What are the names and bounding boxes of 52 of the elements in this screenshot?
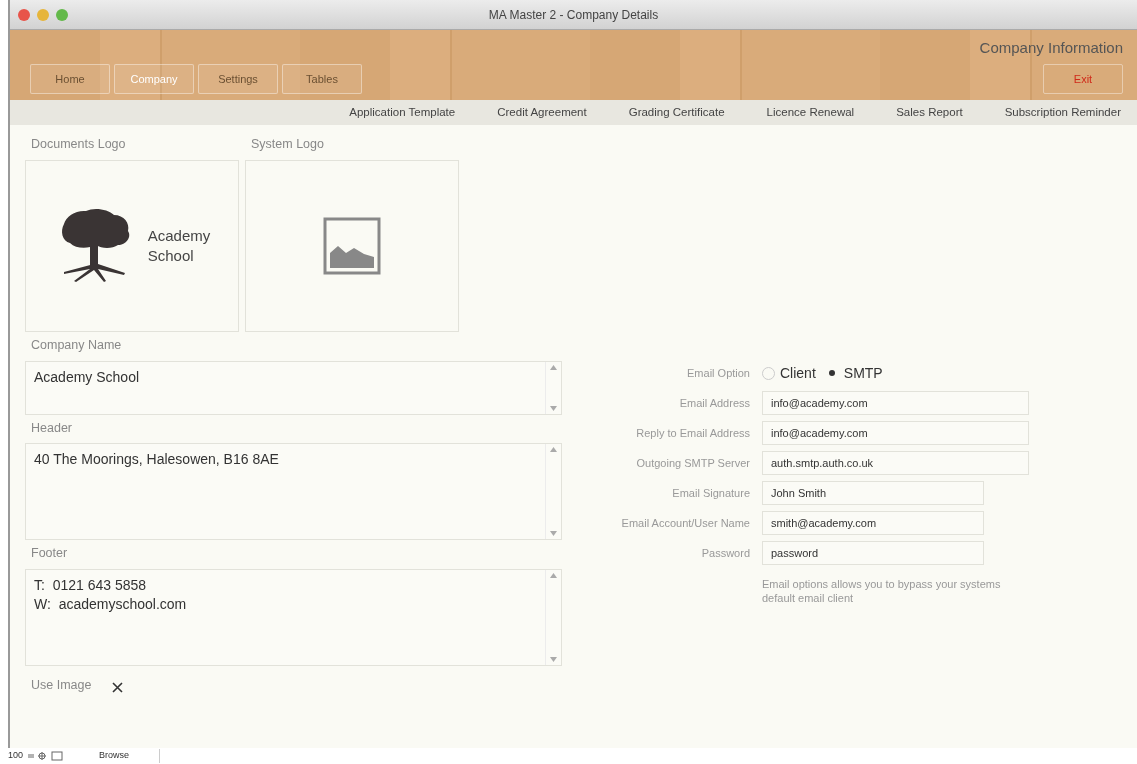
text-area[interactable]: 40 The Moorings, Halesowen, B16 8AE [25,443,562,541]
field-label: Email Signature [671,485,751,501]
minimize-button[interactable] [37,9,49,21]
field-label: Email Address [678,395,751,411]
scroll-down-icon[interactable] [550,405,557,411]
scroll-up-icon[interactable] [550,573,557,578]
field-label: Documents Logo [30,136,127,153]
field-label: Header [30,419,73,437]
scroll-up-icon[interactable] [550,447,557,453]
zoom-controls-icon[interactable] [28,751,65,761]
radio-option[interactable]: SMTP [825,362,883,384]
nav-tab[interactable]: Tables [282,64,362,94]
field-label: System Logo [250,136,325,153]
text-area[interactable]: T: 0121 643 5858 W: academyschool.com [25,569,562,666]
report-link[interactable]: Application Template [328,103,477,122]
field-label: Company Name [30,336,123,354]
scroll-down-icon[interactable] [550,531,557,537]
image-icon [323,216,381,275]
help-text: Email options allows you to bypass your systems default email client [762,577,1002,606]
radio-option[interactable]: Client [762,362,816,384]
text-area[interactable]: Academy School [25,360,562,415]
nav-tab[interactable]: Home [30,64,110,94]
checkbox-label: Use Image [30,677,93,694]
window-title: MA Master 2 - Company Details [488,6,659,24]
report-link[interactable]: Sales Report [875,103,984,122]
report-link[interactable]: Grading Certificate [607,103,746,122]
zoom-button[interactable] [56,9,68,21]
field-label: Outgoing SMTP Server [635,455,751,471]
logo-container[interactable] [245,159,459,332]
scroll-up-icon[interactable] [550,364,557,370]
close-button[interactable] [18,9,30,21]
field-label: Email Account/User Name [620,515,751,531]
mode-label[interactable]: Browse [99,749,161,763]
report-link[interactable]: Licence Renewal [745,103,876,122]
input-field[interactable]: info@academy.com [762,391,1029,415]
field-label: Footer [30,545,69,563]
input-field[interactable]: password [762,541,984,565]
field-label: Email Option [686,365,751,381]
logo-container[interactable]: Academy School [25,159,239,332]
input-field[interactable]: auth.smtp.auth.co.uk [762,451,1029,475]
report-link[interactable]: Credit Agreement [476,103,608,122]
scroll-down-icon[interactable] [550,657,557,662]
nav-tab[interactable]: Settings [198,64,278,94]
input-field[interactable]: John Smith [762,481,984,505]
page-title: Company Information [979,38,1123,58]
zoom-level[interactable]: 100 [8,749,24,763]
input-field[interactable]: info@academy.com [762,421,1029,445]
logo-text: Academy School [147,225,211,266]
field-label: Password [700,545,751,561]
input-field[interactable]: smith@academy.com [762,511,984,535]
report-link[interactable]: Subscription Reminder [983,103,1121,122]
field-label: Reply to Email Address [635,425,751,441]
